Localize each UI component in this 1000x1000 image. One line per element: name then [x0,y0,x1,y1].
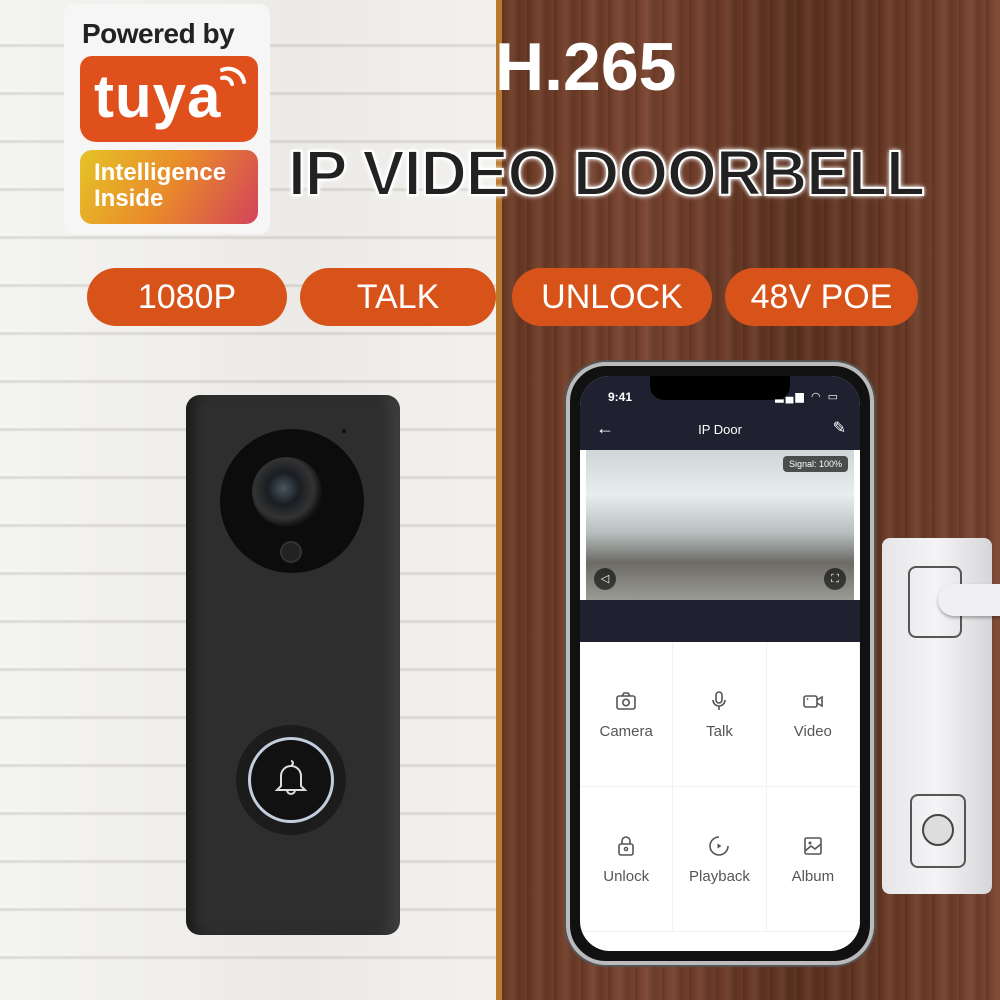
microphone-hole [342,429,346,433]
bell-icon [274,760,308,795]
camera-module [220,429,364,573]
action-video[interactable]: Video [766,642,860,787]
action-label: Unlock [603,867,650,885]
camera-icon [616,691,636,710]
intelligence-inside-box: Intelligence Inside [80,150,258,224]
phone-screen: 9:41 ▂▄▆ ◠ ▭ ← IP Door ✎ Signal: 100% ◁ … [580,376,860,951]
doorbell-device [186,395,400,935]
live-video-feed[interactable]: Signal: 100% ◁ ⛶ [586,450,854,600]
action-talk[interactable]: Talk [673,642,767,787]
door-handle-plate [882,538,1000,894]
feature-pill-talk: TALK [300,268,496,326]
screen-title: IP Door [698,422,742,437]
powered-by-text: Powered by [82,18,235,49]
video-controls-band [580,600,860,642]
speaker-mute-icon[interactable]: ◁ [594,568,616,590]
lock-icon [618,835,634,856]
feature-pill-poe: 48V POE [725,268,918,326]
action-camera[interactable]: Camera [580,642,674,787]
action-playback[interactable]: Playback [673,787,767,932]
action-label: Video [793,722,832,740]
action-grid: Camera Talk Video Unlock Playback Album [580,642,860,932]
feature-pill-1080p: 1080P [87,268,287,326]
keyhole-icon [922,814,954,846]
tuya-brand-box: tuya [80,56,258,142]
video-camera-icon [803,694,823,708]
feature-pill-unlock: UNLOCK [512,268,712,326]
phone-notch [650,376,790,400]
codec-heading: H.265 [495,29,677,105]
tagline-line2: Inside [94,185,164,212]
doorbell-button [236,725,346,835]
action-label: Talk [706,722,733,740]
signal-badge: Signal: 100% [782,456,848,472]
tuya-brand-name: tuya [94,63,222,130]
edit-icon[interactable]: ✎ [833,418,846,438]
tagline-line1: Intelligence [94,159,227,186]
wifi-icon [220,66,246,86]
microphone-icon [712,690,727,710]
status-time: 9:41 [608,390,633,404]
status-icons: ▂▄▆ ◠ ▭ [775,391,840,403]
action-label: Album [791,867,835,885]
ir-sensor [280,541,302,563]
action-album[interactable]: Album [766,787,860,932]
door-lever [938,584,1000,616]
action-label: Playback [689,867,750,885]
action-unlock[interactable]: Unlock [580,787,674,932]
status-bar: 9:41 ▂▄▆ ◠ ▭ [580,376,860,410]
camera-lens [252,457,322,527]
keyhole-frame [910,794,966,868]
tuya-logo: Powered by tuya Intelligence Inside [64,4,270,234]
product-heading: IP VIDEO DOORBELL [287,136,926,210]
smartphone: 9:41 ▂▄▆ ◠ ▭ ← IP Door ✎ Signal: 100% ◁ … [566,362,874,965]
fullscreen-icon[interactable]: ⛶ [824,568,846,590]
image-icon [804,836,822,855]
playback-icon [709,835,730,856]
app-navbar: ← IP Door ✎ [580,410,860,450]
action-label: Camera [599,722,653,740]
